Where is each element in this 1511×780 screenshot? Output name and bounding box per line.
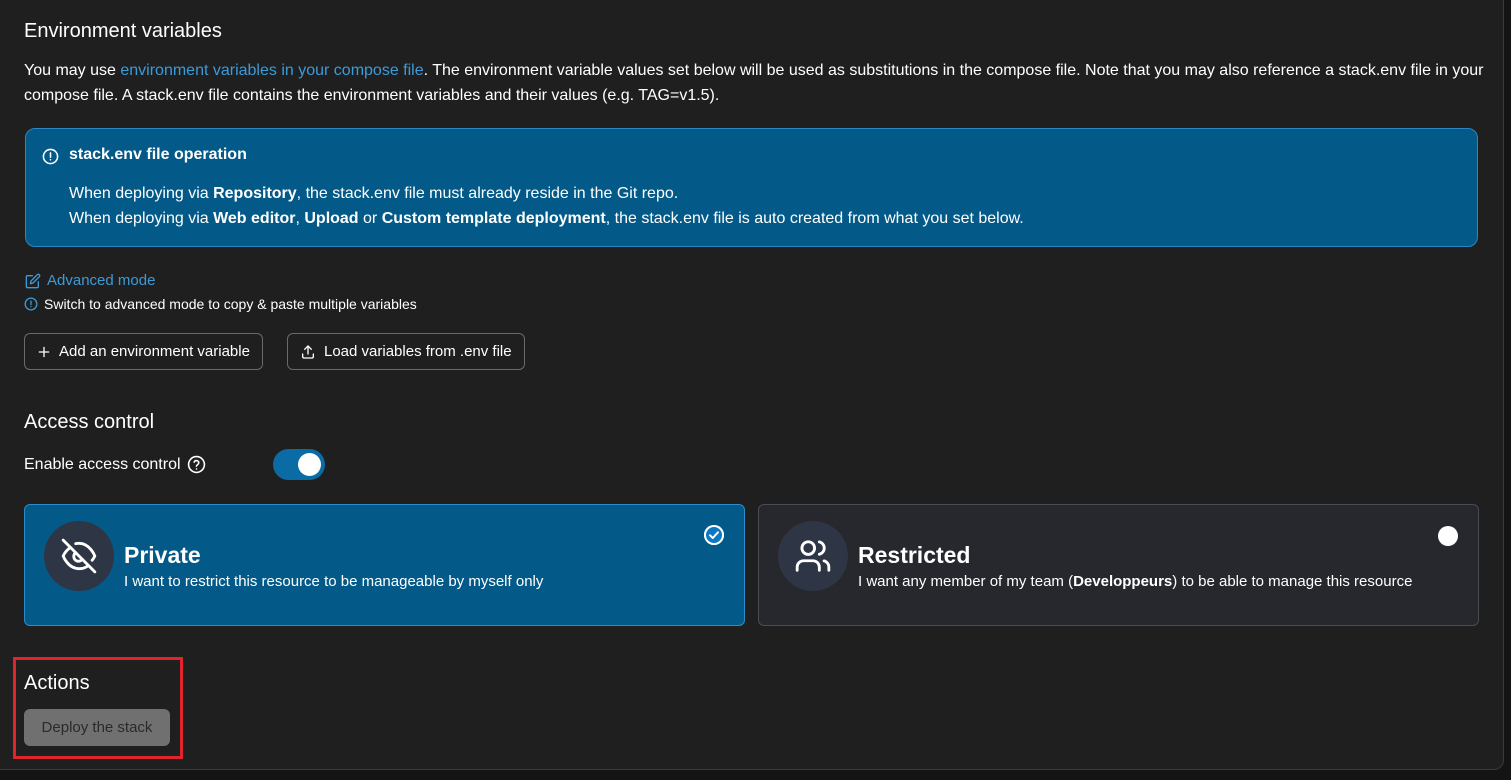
restricted-radio[interactable] (1438, 526, 1458, 546)
advanced-mode-link[interactable]: Advanced mode (25, 272, 155, 289)
info-box-line-repository: When deploying via Repository, the stack… (69, 185, 679, 202)
private-avatar (44, 521, 114, 591)
deploy-stack-button[interactable]: Deploy the stack (24, 709, 170, 746)
upload-icon (302, 344, 314, 359)
users-icon (795, 540, 831, 572)
stack-env-info-box: stack.env file operation When deploying … (25, 128, 1478, 247)
private-title: Private (124, 542, 201, 568)
restricted-option-card[interactable]: Restricted I want any member of my team … (758, 504, 1479, 626)
private-option-card[interactable]: Private I want to restrict this resource… (24, 504, 745, 626)
advanced-mode-label: Advanced mode (47, 272, 156, 289)
info-box-title: stack.env file operation (69, 146, 247, 163)
env-section-title: Environment variables (24, 20, 222, 42)
advanced-mode-hint: Switch to advanced mode to copy & paste … (24, 296, 417, 312)
env-description: You may use environment variables in you… (24, 62, 1484, 104)
help-icon[interactable] (187, 455, 206, 474)
load-env-file-button[interactable]: Load variables from .env file (287, 333, 525, 370)
stack-form-panel: Environment variables You may use enviro… (0, 0, 1504, 770)
team-name: Developpeurs (1073, 573, 1173, 590)
plus-icon (38, 346, 50, 357)
edit-icon (25, 273, 41, 288)
actions-section-title: Actions (24, 672, 90, 694)
access-control-toggle[interactable] (273, 449, 325, 480)
private-description: I want to restrict this resource to be m… (124, 573, 544, 590)
info-icon (42, 148, 59, 165)
enable-access-control-label: Enable access control (24, 455, 206, 474)
restricted-description: I want any member of my team (Developpeu… (858, 573, 1413, 590)
check-icon (704, 525, 724, 545)
env-docs-link[interactable]: environment variables in your compose fi… (120, 62, 423, 79)
restricted-avatar (778, 521, 848, 591)
private-selected-check[interactable] (704, 525, 724, 545)
eye-off-icon (61, 538, 97, 574)
toggle-knob (298, 453, 321, 476)
info-box-line-editor: When deploying via Web editor, Upload or… (69, 210, 1024, 227)
info-small-icon (24, 297, 38, 311)
restricted-title: Restricted (858, 542, 971, 568)
add-env-variable-button[interactable]: Add an environment variable (24, 333, 263, 370)
access-section-title: Access control (24, 411, 155, 433)
